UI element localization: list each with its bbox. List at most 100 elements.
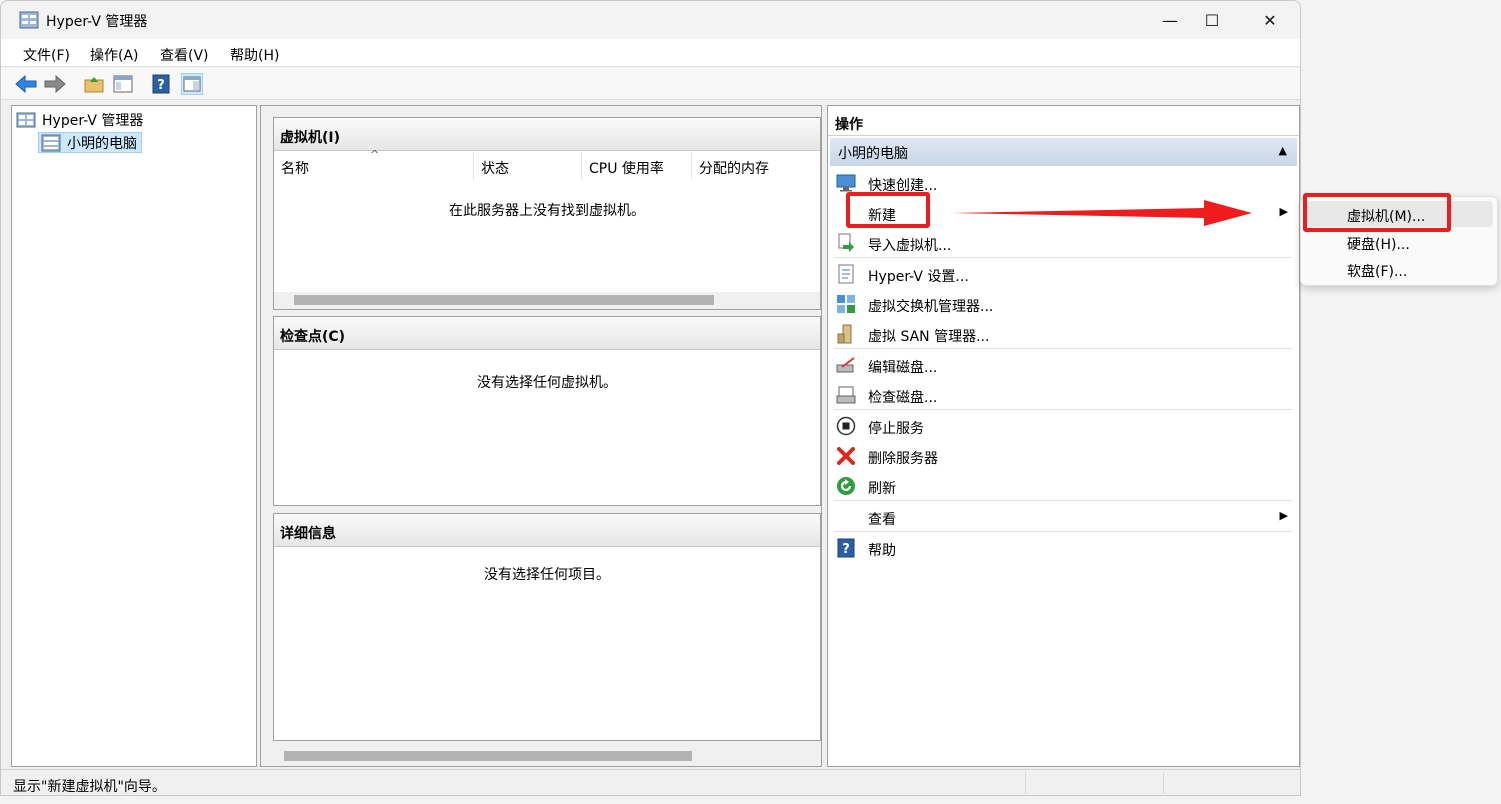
column-memory-label: 分配的内存 bbox=[699, 161, 769, 177]
import-icon bbox=[836, 233, 856, 253]
actions-title: 操作 bbox=[828, 106, 1299, 136]
delete-icon bbox=[836, 446, 856, 466]
column-name[interactable]: 名称 ^ bbox=[274, 148, 474, 180]
maximize-button[interactable]: ☐ bbox=[1183, 1, 1241, 39]
show-hide-tree-button[interactable] bbox=[112, 73, 134, 95]
results-pane: 虚拟机(I) 名称 ^ 状态 CPU 使用率 分配的内存 在此服务器上没有找到虚… bbox=[260, 105, 822, 767]
separator bbox=[834, 409, 1292, 410]
stop-icon bbox=[836, 416, 856, 436]
action-virtual-switch-manager-label: 虚拟交换机管理器... bbox=[868, 299, 994, 315]
separator bbox=[834, 257, 1292, 258]
console-tree-icon bbox=[113, 75, 133, 93]
switch-icon bbox=[836, 294, 856, 314]
tree-item-host[interactable]: 小明的电脑 bbox=[38, 132, 142, 153]
column-cpu[interactable]: CPU 使用率 bbox=[582, 152, 692, 180]
action-refresh-label: 刷新 bbox=[868, 481, 896, 497]
status-bar: 显示"新建虚拟机"向导。 bbox=[1, 769, 1300, 795]
checkpoint-section-title: 检查点(C) bbox=[274, 317, 820, 350]
vm-scrollbar-thumb[interactable] bbox=[294, 295, 714, 305]
column-name-label: 名称 bbox=[281, 161, 309, 177]
menu-action[interactable]: 操作(A) bbox=[90, 45, 139, 65]
action-stop-service[interactable]: 停止服务 bbox=[828, 411, 1298, 441]
help-icon: ? bbox=[836, 538, 856, 558]
toolbar: ? bbox=[1, 68, 1300, 100]
sort-ascending-icon: ^ bbox=[370, 148, 380, 161]
details-empty-message: 没有选择任何项目。 bbox=[484, 567, 610, 583]
highlight-vm-box bbox=[1303, 193, 1451, 232]
action-import-vm-label: 导入虚拟机... bbox=[868, 238, 952, 254]
action-refresh[interactable]: 刷新 bbox=[828, 471, 1298, 501]
details-section: 详细信息 没有选择任何项目。 bbox=[273, 513, 821, 741]
column-memory[interactable]: 分配的内存 bbox=[692, 152, 820, 180]
red-arrow-icon bbox=[952, 200, 1252, 226]
console-tree-pane: Hyper-V 管理器 小明的电脑 bbox=[11, 105, 257, 767]
action-inspect-disk[interactable]: 检查磁盘... bbox=[828, 380, 1298, 410]
separator bbox=[834, 500, 1292, 501]
show-hide-action-pane-button[interactable] bbox=[181, 73, 203, 95]
menu-help[interactable]: 帮助(H) bbox=[230, 45, 279, 65]
vm-section-title: 虚拟机(I) bbox=[274, 118, 820, 151]
inspect-disk-icon bbox=[836, 385, 856, 405]
edit-disk-icon bbox=[836, 355, 856, 375]
action-hyperv-settings-label: Hyper-V 设置... bbox=[868, 269, 969, 285]
action-inspect-disk-label: 检查磁盘... bbox=[868, 390, 938, 406]
action-virtual-switch-manager[interactable]: 虚拟交换机管理器... bbox=[828, 289, 1298, 319]
help-book-icon: ? bbox=[152, 74, 170, 94]
folder-up-icon bbox=[84, 77, 104, 93]
forward-button[interactable] bbox=[44, 73, 66, 95]
back-button[interactable] bbox=[15, 73, 37, 95]
up-folder-button[interactable] bbox=[83, 73, 105, 95]
collapse-up-icon[interactable]: ▲ bbox=[1279, 144, 1287, 157]
highlight-new-box bbox=[846, 192, 930, 228]
back-arrow-icon bbox=[15, 75, 37, 93]
svg-text:?: ? bbox=[842, 542, 850, 557]
svg-text:?: ? bbox=[157, 78, 165, 93]
window-title: Hyper-V 管理器 bbox=[46, 14, 148, 30]
checkpoint-section: 检查点(C) 没有选择任何虚拟机。 bbox=[273, 316, 821, 506]
action-help[interactable]: ? 帮助 bbox=[828, 533, 1298, 563]
action-edit-disk[interactable]: 编辑磁盘... bbox=[828, 350, 1298, 380]
minimize-icon: — bbox=[1162, 10, 1178, 30]
action-virtual-san-manager[interactable]: 虚拟 SAN 管理器... bbox=[828, 319, 1298, 349]
action-view-label: 查看 bbox=[868, 512, 896, 528]
menu-bar: 文件(F) 操作(A) 查看(V) 帮助(H) bbox=[1, 39, 1300, 67]
results-scrollbar-thumb[interactable] bbox=[284, 751, 692, 761]
submenu-arrow-icon: ▶ bbox=[1279, 205, 1288, 218]
action-help-label: 帮助 bbox=[868, 543, 896, 559]
san-icon bbox=[836, 324, 856, 344]
refresh-icon bbox=[836, 476, 856, 496]
action-view[interactable]: 查看 ▶ bbox=[828, 502, 1298, 532]
submenu-arrow-icon: ▶ bbox=[1279, 509, 1288, 522]
menu-file[interactable]: 文件(F) bbox=[23, 45, 70, 65]
hyperv-manager-window: Hyper-V 管理器 — ☐ ✕ 文件(F) 操作(A) 查看(V) 帮助(H… bbox=[0, 0, 1301, 796]
hyperv-manager-icon bbox=[16, 112, 36, 128]
separator bbox=[834, 531, 1292, 532]
close-icon: ✕ bbox=[1263, 10, 1277, 30]
submenu-floppy-disk[interactable]: 软盘(F)... bbox=[1307, 256, 1493, 282]
action-stop-service-label: 停止服务 bbox=[868, 421, 924, 437]
tree-root-hyperv[interactable]: Hyper-V 管理器 bbox=[16, 110, 143, 130]
checkpoint-empty-message: 没有选择任何虚拟机。 bbox=[477, 375, 617, 391]
help-toolbar-button[interactable]: ? bbox=[150, 73, 172, 95]
menu-view[interactable]: 查看(V) bbox=[160, 45, 209, 65]
status-cell bbox=[1163, 772, 1164, 794]
submenu-hard-disk[interactable]: 硬盘(H)... bbox=[1307, 229, 1493, 255]
action-hyperv-settings[interactable]: Hyper-V 设置... bbox=[828, 259, 1298, 289]
close-button[interactable]: ✕ bbox=[1241, 1, 1299, 39]
results-horizontal-scrollbar[interactable] bbox=[262, 747, 820, 765]
forward-arrow-icon bbox=[44, 75, 66, 93]
tree-root-label: Hyper-V 管理器 bbox=[42, 113, 144, 129]
action-pane-icon bbox=[183, 76, 201, 92]
title-bar: Hyper-V 管理器 — ☐ ✕ bbox=[1, 1, 1300, 39]
action-remove-server-label: 删除服务器 bbox=[868, 451, 938, 467]
action-remove-server[interactable]: 删除服务器 bbox=[828, 441, 1298, 471]
vm-horizontal-scrollbar[interactable] bbox=[274, 292, 820, 309]
maximize-icon: ☐ bbox=[1204, 10, 1220, 30]
column-state[interactable]: 状态 bbox=[474, 152, 582, 180]
separator bbox=[834, 348, 1292, 349]
hyperv-app-icon bbox=[19, 11, 39, 29]
actions-group-host[interactable]: 小明的电脑 ▲ bbox=[830, 138, 1297, 166]
action-edit-disk-label: 编辑磁盘... bbox=[868, 360, 938, 376]
action-import-vm[interactable]: 导入虚拟机... bbox=[828, 228, 1298, 258]
action-virtual-san-manager-label: 虚拟 SAN 管理器... bbox=[868, 329, 990, 345]
